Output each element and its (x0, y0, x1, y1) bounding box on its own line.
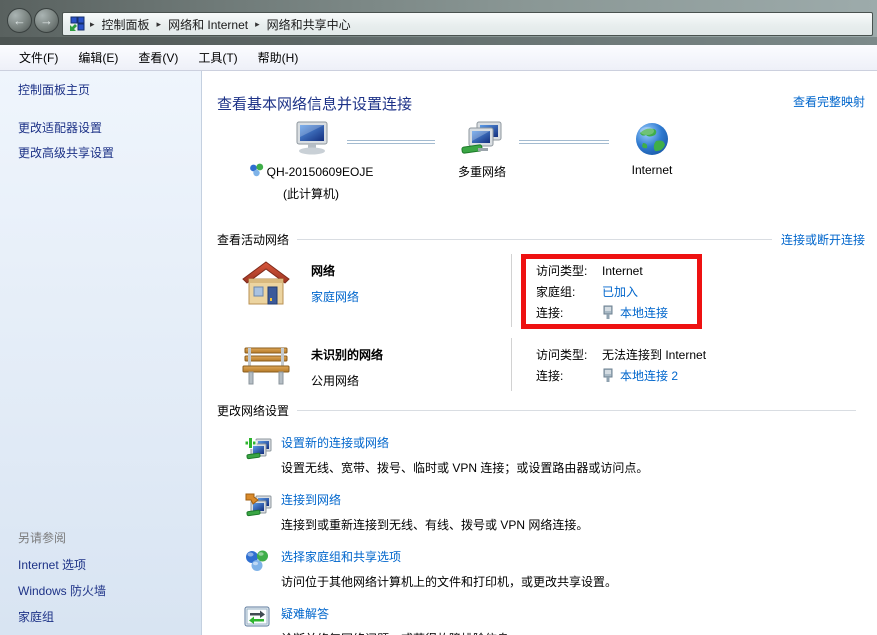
homegroup-options-link[interactable]: 选择家庭组和共享选项 (281, 548, 617, 565)
multiple-networks-label: 多重网络 (432, 163, 532, 180)
computer-icon (288, 146, 334, 160)
connection-label: 连接: (536, 304, 602, 321)
page-title: 查看基本网络信息并设置连接 (217, 93, 412, 114)
task-description: 诊断并修复网络问题，或获得故障排除信息。 (281, 630, 521, 635)
main-panel: 查看基本网络信息并设置连接 查看完整映射 (202, 71, 877, 635)
section-rule (297, 239, 772, 240)
breadcrumb-network-internet[interactable]: 网络和 Internet (164, 16, 252, 33)
new-connection-icon (244, 434, 281, 476)
menu-file[interactable]: 文件(F) (9, 49, 68, 66)
network-map: QH-20150609EOJE (此计算机) (217, 121, 865, 221)
map-connection-line (519, 140, 609, 144)
ethernet-connector-icon (602, 305, 614, 320)
breadcrumb-separator: ▸ (87, 19, 98, 30)
troubleshoot-link[interactable]: 疑难解答 (281, 605, 521, 622)
multiple-networks-icon (460, 146, 504, 160)
network-sharing-center-icon (69, 16, 85, 32)
access-type-value: 无法连接到 Internet (602, 346, 706, 363)
computer-name: QH-20150609EOJE (267, 165, 374, 179)
connect-to-network-link[interactable]: 连接到网络 (281, 491, 588, 508)
sidebar-item-internet-options[interactable]: Internet 选项 (18, 559, 195, 572)
computer-note: (此计算机) (231, 185, 391, 202)
local-connection-2-link[interactable]: 本地连接 2 (620, 367, 678, 384)
active-networks-header: 查看活动网络 (217, 231, 289, 248)
breadcrumb-control-panel[interactable]: 控制面板 (98, 16, 154, 33)
breadcrumb-network-sharing-center[interactable]: 网络和共享中心 (263, 16, 355, 33)
connect-disconnect-link[interactable]: 连接或断开连接 (781, 231, 865, 248)
map-node-multiple-networks[interactable]: 多重网络 (432, 121, 532, 180)
see-also-header: 另请参阅 (18, 529, 195, 546)
task-description: 设置无线、宽带、拨号、临时或 VPN 连接；或设置路由器或访问点。 (281, 459, 648, 476)
task-description: 访问位于其他网络计算机上的文件和打印机，或更改共享设置。 (281, 573, 617, 590)
connection-label: 连接: (536, 367, 602, 384)
network-row-unidentified: 未识别的网络 公用网络 访问类型: 无法连接到 Internet 连接: (217, 338, 865, 391)
map-node-internet[interactable]: Internet (612, 121, 692, 177)
sidebar-item-control-panel-home[interactable]: 控制面板主页 (18, 84, 195, 97)
see-full-map-link[interactable]: 查看完整映射 (793, 93, 865, 110)
sidebar-item-windows-firewall[interactable]: Windows 防火墙 (18, 585, 195, 598)
navigation-bar: ← → ▾ ▸ 控制面板 ▸ 网络和 Internet ▸ 网络和共享中心 (0, 0, 877, 45)
map-node-this-computer[interactable]: QH-20150609EOJE (此计算机) (231, 121, 391, 202)
menu-help[interactable]: 帮助(H) (248, 49, 309, 66)
task-connect-to-network: 连接到网络 连接到或重新连接到无线、有线、拨号或 VPN 网络连接。 (217, 491, 865, 533)
network-name: 网络 (311, 262, 511, 279)
connect-to-network-icon (244, 491, 281, 533)
local-connection-link[interactable]: 本地连接 (620, 304, 668, 321)
section-rule (297, 410, 856, 411)
sidebar: 控制面板主页 更改适配器设置 更改高级共享设置 另请参阅 Internet 选项… (0, 71, 202, 635)
internet-label: Internet (612, 163, 692, 177)
ethernet-connector-icon (602, 368, 614, 383)
sidebar-item-homegroup[interactable]: 家庭组 (18, 611, 195, 624)
active-networks-list: 网络 家庭网络 访问类型: Internet 家庭组: 已加入 (217, 254, 865, 391)
task-description: 连接到或重新连接到无线、有线、拨号或 VPN 网络连接。 (281, 516, 588, 533)
network-details: 访问类型: Internet 家庭组: 已加入 连接: (511, 254, 865, 327)
menu-bar: 文件(F) 编辑(E) 查看(V) 工具(T) 帮助(H) (0, 45, 877, 71)
settings-task-list: 设置新的连接或网络 设置无线、宽带、拨号、临时或 VPN 连接；或设置路由器或访… (217, 434, 865, 635)
forward-button[interactable]: → (34, 8, 59, 33)
menu-view[interactable]: 查看(V) (128, 49, 188, 66)
public-network-label: 公用网络 (311, 372, 511, 389)
network-details: 访问类型: 无法连接到 Internet 连接: (511, 338, 865, 391)
home-network-link[interactable]: 家庭网络 (311, 288, 511, 305)
sidebar-item-change-adapter-settings[interactable]: 更改适配器设置 (18, 122, 195, 135)
address-bar[interactable]: ▸ 控制面板 ▸ 网络和 Internet ▸ 网络和共享中心 (62, 12, 873, 36)
sidebar-item-advanced-sharing-settings[interactable]: 更改高级共享设置 (18, 147, 195, 160)
access-type-value: Internet (602, 264, 643, 278)
homegroup-spheres-icon (244, 548, 281, 590)
task-new-connection: 设置新的连接或网络 设置无线、宽带、拨号、临时或 VPN 连接；或设置路由器或访… (217, 434, 865, 476)
network-row-home: 网络 家庭网络 访问类型: Internet 家庭组: 已加入 (217, 254, 865, 327)
settings-header: 更改网络设置 (217, 402, 289, 419)
active-networks-header-row: 查看活动网络 连接或断开连接 (217, 231, 865, 248)
task-troubleshoot: 疑难解答 诊断并修复网络问题，或获得故障排除信息。 (217, 605, 865, 635)
menu-tools[interactable]: 工具(T) (188, 49, 247, 66)
back-button[interactable]: ← (7, 8, 32, 33)
homegroup-mini-icon (249, 163, 264, 180)
menu-edit[interactable]: 编辑(E) (68, 49, 128, 66)
troubleshoot-icon (244, 605, 281, 635)
task-homegroup-sharing: 选择家庭组和共享选项 访问位于其他网络计算机上的文件和打印机，或更改共享设置。 (217, 548, 865, 590)
public-network-bench-icon (241, 338, 299, 391)
settings-header-row: 更改网络设置 (217, 402, 865, 419)
internet-globe-icon (634, 146, 670, 160)
breadcrumb-separator: ▸ (252, 19, 263, 30)
access-type-label: 访问类型: (536, 346, 602, 363)
setup-new-connection-link[interactable]: 设置新的连接或网络 (281, 434, 648, 451)
breadcrumb-separator: ▸ (154, 19, 165, 30)
network-name: 未识别的网络 (311, 346, 511, 363)
access-type-label: 访问类型: (536, 262, 602, 279)
homegroup-joined-link[interactable]: 已加入 (602, 283, 638, 300)
network-sharing-center-window: ← → ▾ ▸ 控制面板 ▸ 网络和 Internet ▸ 网络和共享中心 文件… (0, 0, 877, 635)
homegroup-label: 家庭组: (536, 283, 602, 300)
home-network-icon (241, 254, 299, 327)
